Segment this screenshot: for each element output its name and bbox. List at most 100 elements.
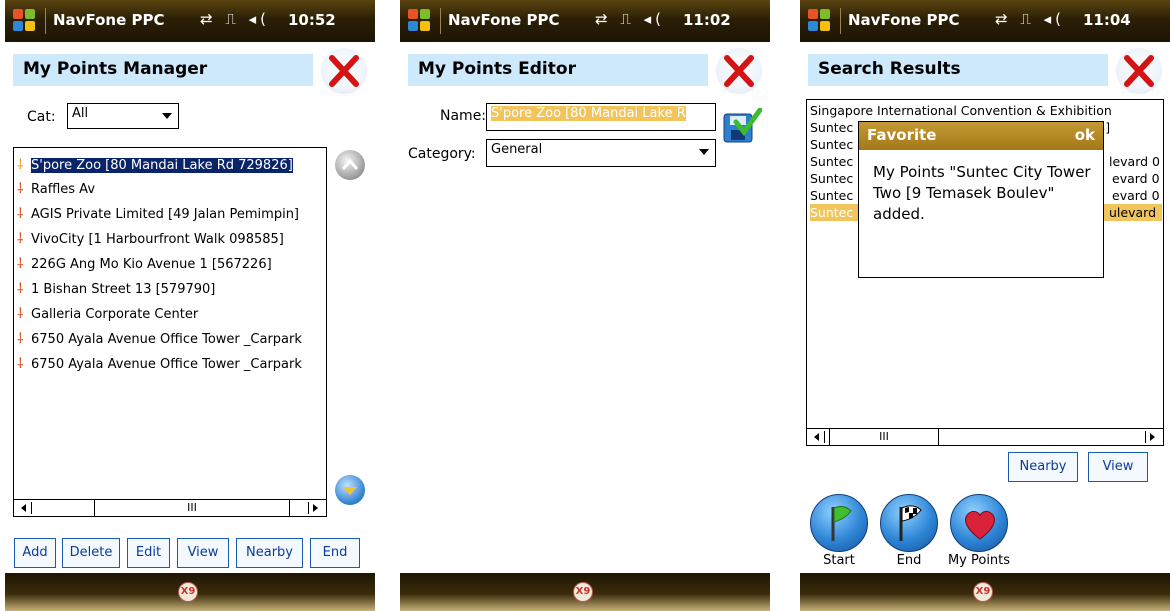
- pin-icon: ⸸: [17, 281, 24, 297]
- search-results-screen: NavFone PPC ⇄ ⎍ ◂( 11:04 Search Results …: [800, 0, 1170, 611]
- cat-label: Cat:: [27, 109, 56, 125]
- pin-icon: ⸸: [17, 356, 24, 372]
- list-item[interactable]: ⸸ AGIS Private Limited [49 Jalan Pemimpin…: [17, 203, 299, 225]
- page-title: My Points Editor: [408, 54, 708, 86]
- category-select[interactable]: All: [67, 103, 179, 129]
- pin-icon: ⸸: [17, 206, 24, 222]
- start-menu-logo-icon[interactable]: [408, 9, 432, 33]
- list-item[interactable]: ⸸ Raffles Av: [17, 178, 95, 200]
- pin-icon: ⸸: [17, 306, 24, 322]
- chevron-down-icon: [162, 113, 172, 119]
- close-icon[interactable]: [1116, 48, 1162, 94]
- list-item[interactable]: Suntec: [810, 170, 853, 187]
- points-list[interactable]: ⸸ S'pore Zoo [80 Mandai Lake Rd 729826] ⸸…: [13, 147, 327, 517]
- title-bar: NavFone PPC ⇄ ⎍ ◂( 11:02: [400, 0, 770, 42]
- add-button[interactable]: Add: [14, 538, 56, 568]
- pin-icon: ⸸: [17, 231, 24, 247]
- list-item[interactable]: ⸸ VivoCity [1 Harbourfront Walk 098585]: [17, 228, 284, 250]
- horizontal-scrollbar[interactable]: III: [807, 428, 1163, 445]
- points-manager-screen: NavFone PPC ⇄ ⎍ ◂( 10:52 My Points Manag…: [5, 0, 375, 611]
- list-item[interactable]: ⸸ 6750 Ayala Avenue Office Tower _Carpark: [17, 328, 302, 350]
- bottom-bar: X9: [400, 573, 770, 611]
- result-tail-text: levard 0: [1109, 154, 1161, 169]
- list-item[interactable]: ⸸ 1 Bishan Street 13 [579790]: [17, 278, 215, 300]
- page-title: My Points Manager: [13, 54, 313, 86]
- end-button[interactable]: End: [310, 538, 360, 568]
- list-item[interactable]: Suntec: [810, 153, 853, 170]
- scroll-thumb[interactable]: III: [829, 429, 939, 445]
- pin-icon: ⸸: [17, 331, 24, 347]
- list-item[interactable]: ⸸ 226G Ang Mo Kio Avenue 1 [567226]: [17, 253, 272, 275]
- edit-button[interactable]: Edit: [127, 538, 170, 568]
- nearby-button[interactable]: Nearby: [236, 538, 303, 568]
- dialog-message: My Points "Suntec City Tower Two [9 Tema…: [873, 163, 1091, 223]
- app-name: NavFone PPC: [448, 11, 560, 29]
- gps-status-icon[interactable]: X9: [973, 582, 993, 602]
- end-label: End: [896, 553, 922, 568]
- chevron-down-icon: [699, 149, 709, 155]
- status-icons[interactable]: ⇄ ⎍ ◂(: [595, 10, 665, 28]
- list-item[interactable]: ⸸ 6750 Ayala Avenue Office Tower _Carpark: [17, 353, 302, 375]
- name-label: Name:: [440, 108, 487, 124]
- start-label: Start: [823, 553, 855, 568]
- view-button[interactable]: View: [1088, 452, 1148, 482]
- list-item[interactable]: Suntec: [810, 187, 853, 204]
- category-select-value: All: [72, 106, 89, 121]
- name-field[interactable]: S'pore Zoo [80 Mandai Lake R: [486, 103, 716, 131]
- bottom-bar: X9: [5, 573, 375, 611]
- app-name: NavFone PPC: [848, 11, 960, 29]
- category-label: Category:: [408, 146, 476, 162]
- close-icon[interactable]: [716, 48, 762, 94]
- favorite-dialog: Favorite ok My Points "Suntec City Tower…: [858, 121, 1104, 278]
- category-select-value: General: [491, 142, 543, 157]
- points-editor-screen: NavFone PPC ⇄ ⎍ ◂( 11:02 My Points Edito…: [400, 0, 770, 611]
- title-bar: NavFone PPC ⇄ ⎍ ◂( 11:04: [800, 0, 1170, 42]
- view-button[interactable]: View: [177, 538, 229, 568]
- start-menu-logo-icon[interactable]: [13, 9, 37, 33]
- pin-icon: ⸸: [17, 157, 24, 173]
- scroll-up-icon[interactable]: [335, 150, 365, 180]
- green-flag-icon: [831, 506, 852, 541]
- start-button[interactable]: [810, 494, 868, 552]
- my-points-label: My Points: [947, 553, 1011, 568]
- pin-icon: ⸸: [17, 256, 24, 272]
- end-route-button[interactable]: [880, 494, 938, 552]
- scroll-left-icon[interactable]: [811, 431, 825, 443]
- checkered-flag-icon: [899, 505, 922, 541]
- scroll-right-icon[interactable]: [1145, 431, 1159, 443]
- delete-button[interactable]: Delete: [62, 538, 120, 568]
- result-tail-text: evard 0: [1112, 222, 1160, 237]
- clock[interactable]: 10:52: [288, 11, 336, 29]
- save-icon[interactable]: [722, 107, 763, 144]
- close-icon[interactable]: [321, 48, 367, 94]
- list-item[interactable]: ⸸ S'pore Zoo [80 Mandai Lake Rd 729826]: [17, 154, 293, 176]
- result-tail-text: evard 0: [1112, 188, 1160, 203]
- clock[interactable]: 11:02: [683, 11, 731, 29]
- list-item[interactable]: Singapore International Convention & Exh…: [810, 102, 1112, 119]
- title-bar: NavFone PPC ⇄ ⎍ ◂( 10:52: [5, 0, 375, 42]
- pin-icon: ⸸: [17, 181, 24, 197]
- scroll-right-icon[interactable]: [308, 502, 322, 514]
- nearby-button[interactable]: Nearby: [1008, 452, 1078, 482]
- start-menu-logo-icon[interactable]: [808, 9, 832, 33]
- page-title: Search Results: [808, 54, 1108, 86]
- gps-status-icon[interactable]: X9: [573, 582, 593, 602]
- scroll-down-icon[interactable]: [335, 475, 365, 505]
- ok-button[interactable]: ok: [1075, 126, 1095, 144]
- scroll-thumb[interactable]: III: [94, 500, 290, 516]
- scroll-left-icon[interactable]: [18, 502, 32, 514]
- horizontal-scrollbar[interactable]: III: [14, 499, 326, 516]
- result-tail-text: evard 0: [1112, 171, 1160, 186]
- list-item[interactable]: Suntec: [810, 136, 853, 153]
- status-icons[interactable]: ⇄ ⎍ ◂(: [995, 10, 1065, 28]
- name-field-value: S'pore Zoo [80 Mandai Lake R: [491, 106, 686, 121]
- my-points-button[interactable]: [950, 494, 1008, 552]
- app-name: NavFone PPC: [53, 11, 165, 29]
- category-select[interactable]: General: [486, 139, 716, 167]
- gps-status-icon[interactable]: X9: [178, 582, 198, 602]
- bottom-bar: X9: [800, 573, 1170, 611]
- status-icons[interactable]: ⇄ ⎍ ◂(: [200, 10, 270, 28]
- list-item[interactable]: ⸸ Galleria Corporate Center: [17, 303, 198, 325]
- clock[interactable]: 11:04: [1083, 11, 1131, 29]
- dialog-title: Favorite ok: [859, 122, 1103, 150]
